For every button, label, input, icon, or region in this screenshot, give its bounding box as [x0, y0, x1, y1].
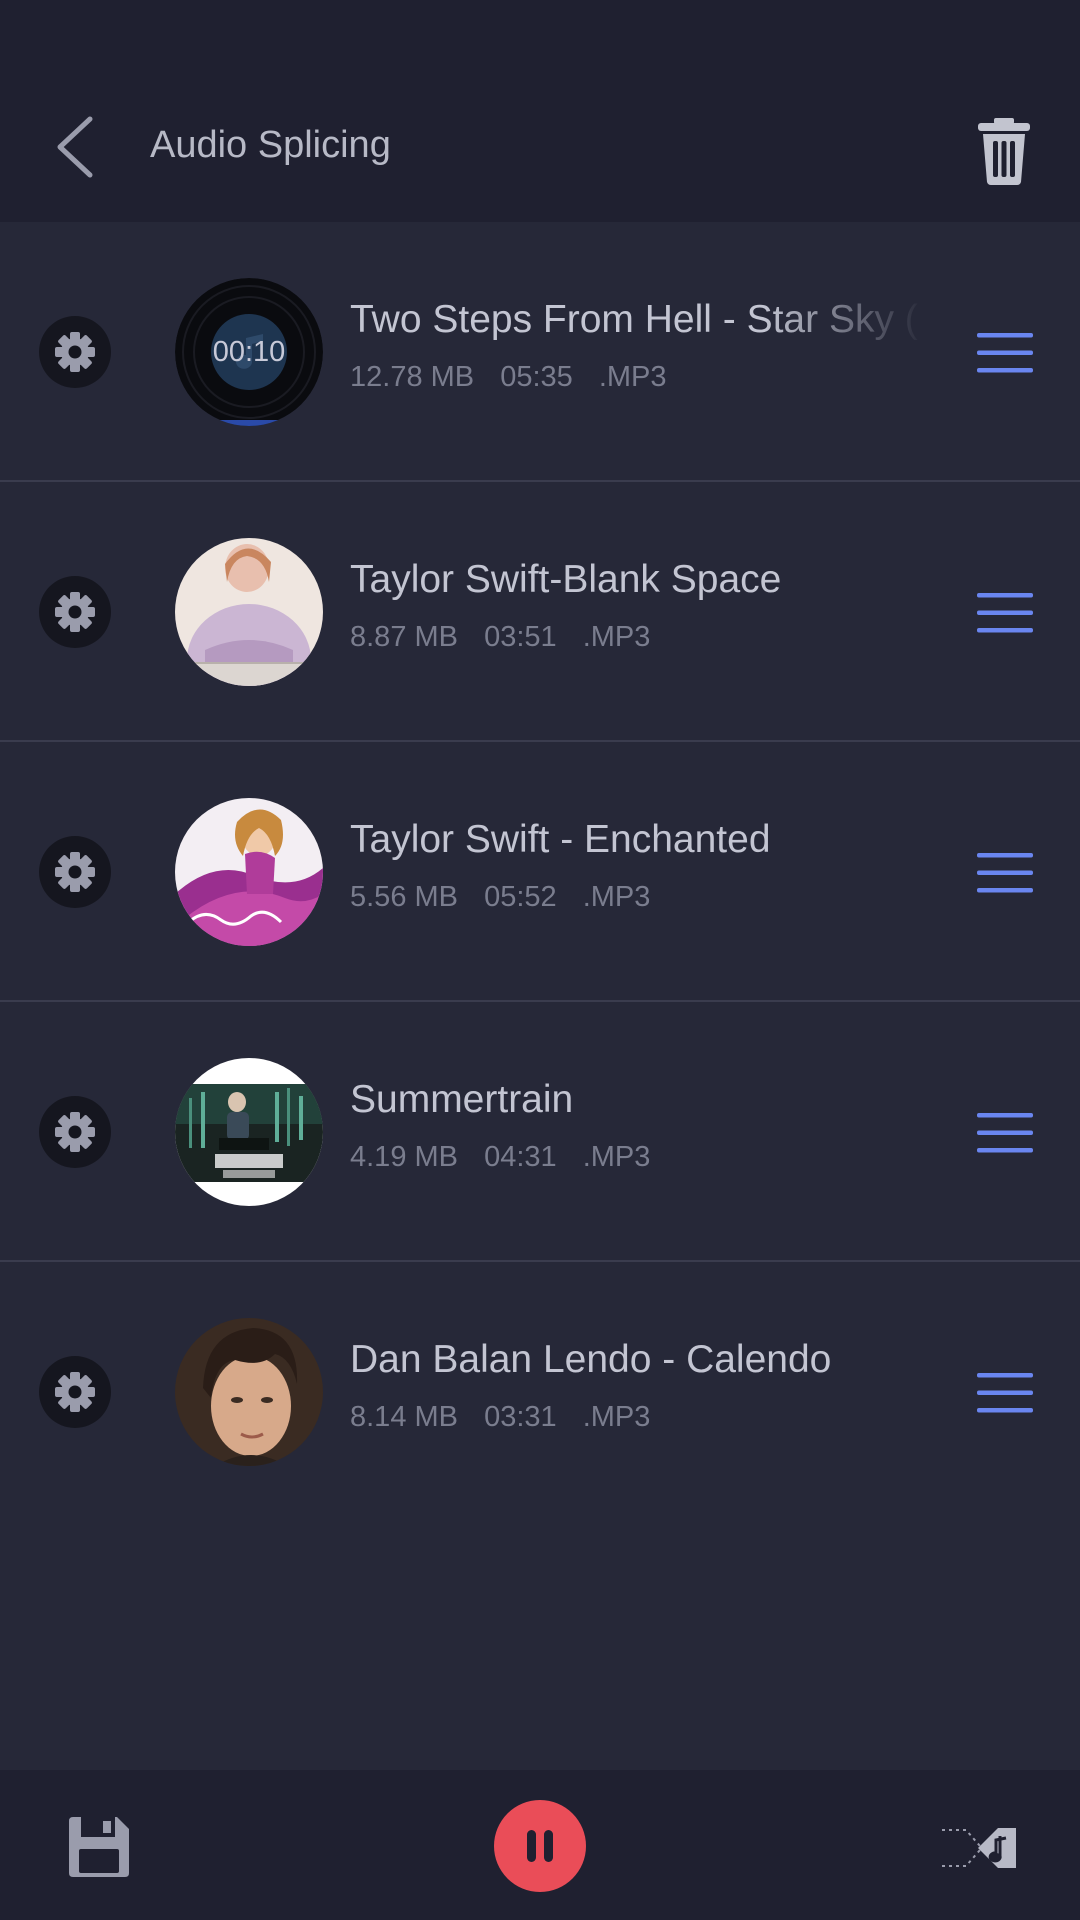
track-settings-button[interactable] [39, 836, 111, 908]
track-row[interactable]: Summertrain 4.19 MB 04:31 .MP3 [0, 1002, 1080, 1262]
album-art[interactable] [175, 1058, 323, 1206]
drag-handle[interactable] [975, 1369, 1035, 1417]
track-format: .MP3 [598, 361, 667, 393]
track-title: Two Steps From Hell - Star Sky ( [350, 298, 918, 341]
drag-handle[interactable] [975, 329, 1035, 377]
track-meta: 12.78 MB 05:35 .MP3 [350, 361, 685, 394]
pause-button[interactable] [494, 1800, 586, 1892]
track-meta: 8.87 MB 03:51 .MP3 [350, 621, 668, 654]
gear-icon [55, 332, 95, 372]
track-settings-button[interactable] [39, 1096, 111, 1168]
track-settings-button[interactable] [39, 316, 111, 388]
back-button[interactable] [40, 105, 110, 185]
track-duration: 04:31 [484, 1141, 557, 1173]
save-button[interactable] [65, 1813, 133, 1881]
track-format: .MP3 [582, 881, 651, 913]
album-cover-image [175, 538, 323, 686]
drag-handle-icon [977, 853, 1033, 893]
drag-handle-icon [977, 593, 1033, 633]
delete-button[interactable] [970, 112, 1038, 186]
track-meta: 5.56 MB 05:52 .MP3 [350, 881, 668, 914]
track-size: 4.19 MB [350, 1141, 458, 1173]
track-meta: 4.19 MB 04:31 .MP3 [350, 1141, 668, 1174]
track-format: .MP3 [582, 1401, 651, 1433]
drag-handle[interactable] [975, 1109, 1035, 1157]
track-duration: 03:51 [484, 621, 557, 653]
pause-icon [527, 1830, 553, 1862]
track-settings-button[interactable] [39, 576, 111, 648]
track-row[interactable]: Taylor Swift-Blank Space 8.87 MB 03:51 .… [0, 482, 1080, 742]
track-duration: 03:31 [484, 1401, 557, 1433]
drag-handle-icon [977, 333, 1033, 373]
track-row[interactable]: Dan Balan Lendo - Calendo 8.14 MB 03:31 … [0, 1262, 1080, 1522]
album-art[interactable] [175, 538, 323, 686]
track-size: 8.14 MB [350, 1401, 458, 1433]
drag-handle-icon [977, 1373, 1033, 1413]
track-meta: 8.14 MB 03:31 .MP3 [350, 1401, 668, 1434]
track-size: 12.78 MB [350, 361, 475, 393]
bottom-toolbar [0, 1770, 1080, 1920]
page-title: Audio Splicing [150, 124, 391, 166]
album-art[interactable] [175, 1318, 323, 1466]
album-cover-image [175, 1318, 323, 1466]
track-size: 8.87 MB [350, 621, 458, 653]
merge-audio-button[interactable] [940, 1810, 1020, 1886]
playback-position: 00:10 [212, 335, 286, 368]
track-duration: 05:52 [484, 881, 557, 913]
album-cover-image [175, 1058, 323, 1206]
merge-audio-icon [942, 1828, 1016, 1868]
track-title: Taylor Swift - Enchanted [350, 818, 771, 861]
album-cover-image [175, 798, 323, 946]
floppy-disk-icon [69, 1817, 129, 1877]
track-size: 5.56 MB [350, 881, 458, 913]
track-title: Dan Balan Lendo - Calendo [350, 1338, 832, 1381]
track-format: .MP3 [582, 1141, 651, 1173]
drag-handle[interactable] [975, 849, 1035, 897]
drag-handle-icon [977, 1113, 1033, 1153]
track-title: Taylor Swift-Blank Space [350, 558, 782, 601]
album-art-disc[interactable]: 00:10 [175, 278, 323, 426]
track-row[interactable]: 00:10 Two Steps From Hell - Star Sky ( 1… [0, 222, 1080, 482]
track-settings-button[interactable] [39, 1356, 111, 1428]
gear-icon [55, 1112, 95, 1152]
drag-handle[interactable] [975, 589, 1035, 637]
track-format: .MP3 [582, 621, 651, 653]
header-bar: Audio Splicing [0, 0, 1080, 222]
back-chevron-icon [57, 116, 93, 178]
track-row[interactable]: Taylor Swift - Enchanted 5.56 MB 05:52 .… [0, 742, 1080, 1002]
track-list: 00:10 Two Steps From Hell - Star Sky ( 1… [0, 222, 1080, 1522]
gear-icon [55, 1372, 95, 1412]
gear-icon [55, 852, 95, 892]
audio-splicing-screen: Audio Splicing 00:10 Two Steps From Hell… [0, 0, 1080, 1920]
trash-icon [978, 118, 1030, 185]
album-art[interactable] [175, 798, 323, 946]
track-title: Summertrain [350, 1078, 574, 1121]
track-duration: 05:35 [500, 361, 573, 393]
gear-icon [55, 592, 95, 632]
